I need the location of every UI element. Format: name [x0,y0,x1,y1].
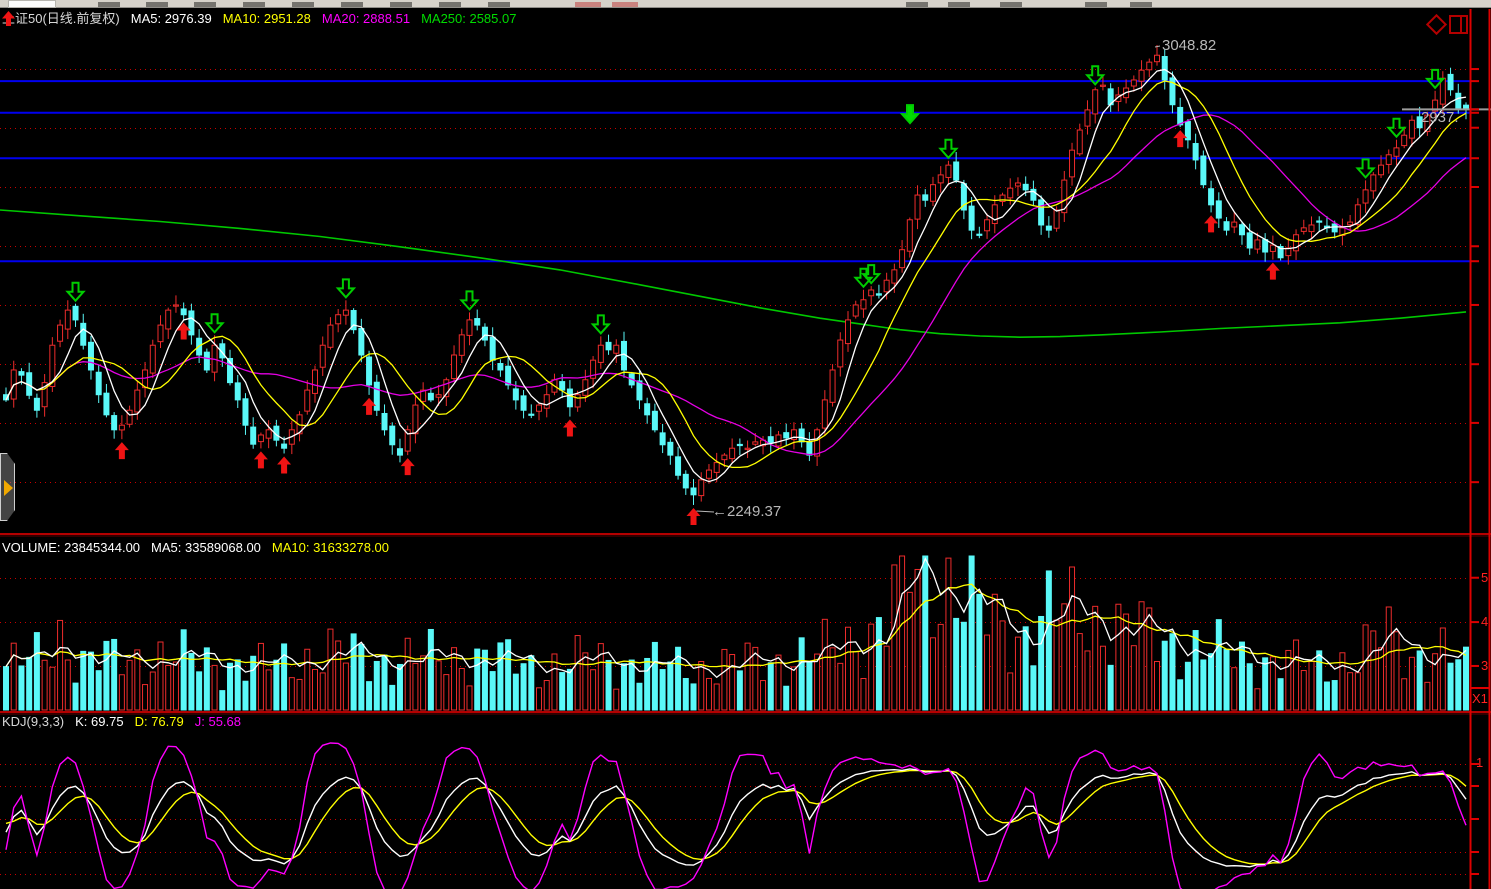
buy-arrow-icon [563,420,577,437]
grid-lines [0,70,1470,875]
ma-lines-layer [6,70,1466,482]
ma250-label: MA250: 2585.07 [421,11,516,26]
candles-layer [4,45,1469,505]
sell-arrow-icon [68,283,84,301]
kdj-d-line [6,770,1466,864]
high-price-annotation: 3048.82 [1162,37,1216,54]
ma5-line [6,70,1466,482]
kdj-axis-label: 1 [1476,755,1483,770]
sell-arrow-icon [207,314,223,332]
buy-arrow-icon [277,456,291,473]
high-pointer-line [1155,46,1160,47]
diamond-icon[interactable] [1426,14,1448,36]
up-arrow-icon [2,11,15,26]
volume-bars-layer [4,556,1469,710]
sell-arrow-icon [940,140,956,158]
kdj-d-label: D: 76.79 [135,714,184,729]
low-price-annotation: ←2249.37 [712,503,781,520]
ma250-line [0,210,1466,337]
buy-arrow-icon [1266,263,1280,280]
volume-value-label: VOLUME: 23845344.00 [2,540,140,555]
signal-arrows-layer [68,66,1444,525]
buy-arrow-icon [115,442,129,459]
kdj-pane-header: KDJ(9,3,3) K: 69.75 D: 76.79 J: 55.68 [2,714,252,729]
chart-canvas[interactable] [0,0,1491,889]
volume-axis-digit: 3 [1481,658,1488,673]
expand-arrow-icon [4,480,13,496]
ma20-label: MA20: 2888.51 [322,11,410,26]
trading-app-window: 上证50(日线.前复权) MA5: 2976.39 MA10: 2951.28 MA2… [0,0,1491,889]
volume-ma5-label: MA5: 33589068.00 [151,540,261,555]
volume-ma10-label: MA10: 31633278.00 [272,540,389,555]
sell-arrow-icon [1388,119,1404,137]
kdj-j-label: J: 55.68 [195,714,241,729]
last-price-annotation: 2937. [1421,109,1459,126]
buy-arrow-icon [254,451,268,468]
volume-unit-label: X1 [1472,691,1488,706]
buy-arrow-icon [401,458,415,475]
main-chart-header: 上证50(日线.前复权) MA5: 2976.39 MA10: 2951.28 MA2… [2,11,527,26]
ma10-line [6,81,1466,467]
volume-axis-digit: 5 [1481,570,1488,585]
sell-arrow-icon [338,279,354,297]
volume-pane-header: VOLUME: 23845344.00 MA5: 33589068.00 MA10:… [2,540,400,555]
chart-title: 上证50(日线.前复权) [2,11,120,26]
buy-arrow-icon [687,508,701,525]
volume-axis-digit: 4 [1481,614,1488,629]
sell-arrow-icon [902,105,918,123]
sell-arrow-icon [461,291,477,309]
kdj-k-label: K: 69.75 [75,714,123,729]
volume-ma-lines [6,559,1466,678]
ma20-line [6,115,1466,455]
sell-arrow-icon [593,315,609,333]
window-split-icon[interactable] [1448,13,1472,37]
kdj-title: KDJ(9,3,3) [2,714,64,729]
sidebar-expand-tab[interactable] [0,453,15,521]
ma5-label: MA5: 2976.39 [131,11,212,26]
ma10-label: MA10: 2951.28 [223,11,311,26]
